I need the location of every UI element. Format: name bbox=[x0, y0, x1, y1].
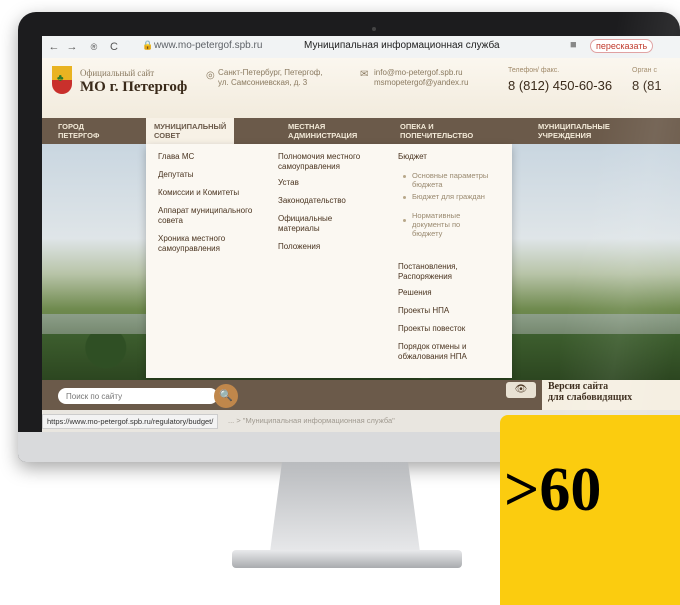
breadcrumb: ... > "Муниципальная информационная служ… bbox=[228, 416, 395, 425]
nav-city-line-1: ГОРОД bbox=[58, 122, 84, 131]
promo-text: >60 bbox=[504, 456, 602, 524]
address-line-1: Санкт-Петербург, Петергоф, bbox=[218, 68, 323, 77]
phone-label: Телефон/ факс. bbox=[508, 67, 560, 74]
monitor-stand-base bbox=[232, 550, 462, 568]
lock-icon: 🔒 bbox=[142, 40, 154, 50]
site-header: ♣ Официальный сайт МО г. Петергоф ◎ Санк… bbox=[42, 58, 680, 118]
forward-icon[interactable]: → bbox=[64, 39, 80, 55]
address: Санкт-Петербург, Петергоф, ул. Самсониев… bbox=[218, 68, 358, 88]
screen: ← → ® C 🔒 www.mo-petergof.spb.ru Муницип… bbox=[42, 36, 680, 432]
menu-council-apparatus[interactable]: Аппарат муниципального совета bbox=[158, 206, 270, 226]
search-icon: 🔍 bbox=[219, 390, 233, 402]
site-name[interactable]: МО г. Петергоф bbox=[80, 79, 187, 96]
menu-head-of-council[interactable]: Глава МС bbox=[158, 152, 268, 162]
official-site-label: Официальный сайт bbox=[80, 68, 155, 78]
menu-regulations[interactable]: Положения bbox=[278, 242, 388, 252]
phone-number: 8 (812) 450-60-36 bbox=[508, 78, 613, 93]
nav-institutions-line-1: МУНИЦИПАЛЬНЫЕ bbox=[538, 122, 610, 131]
menu-budget-documents[interactable]: Нормативные документы по бюджету bbox=[412, 211, 492, 238]
nav-institutions-line-2: УЧРЕЖДЕНИЯ bbox=[538, 131, 592, 140]
nav-admin-line-2: АДМИНИСТРАЦИЯ bbox=[288, 131, 358, 140]
browser-toolbar: ← → ® C 🔒 www.mo-petergof.spb.ru Муницип… bbox=[42, 36, 680, 59]
nav-council-line-2: СОВЕТ bbox=[154, 131, 181, 140]
eye-icon[interactable]: 👁 bbox=[506, 382, 536, 398]
retell-button[interactable]: пересказать bbox=[590, 39, 654, 53]
bullet-icon bbox=[403, 196, 406, 199]
page-title: Муниципальная информационная служба bbox=[304, 40, 500, 51]
search-button[interactable]: 🔍 bbox=[214, 384, 238, 408]
menu-decisions[interactable]: Решения bbox=[398, 288, 502, 298]
camera-dot bbox=[372, 27, 376, 31]
second-phone-label: Орган с bbox=[632, 67, 657, 74]
reload-icon[interactable]: C bbox=[106, 39, 122, 55]
coat-of-arms-logo[interactable]: ♣ bbox=[52, 66, 72, 94]
menu-draft-acts[interactable]: Проекты НПА bbox=[398, 306, 502, 316]
email-1[interactable]: info@mo-petergof.spb.ru bbox=[374, 68, 494, 78]
menu-commissions[interactable]: Комиссии и Комитеты bbox=[158, 188, 268, 198]
bullet-icon bbox=[403, 219, 406, 222]
menu-budget-for-citizens[interactable]: Бюджет для граждан bbox=[412, 192, 508, 201]
nav-city[interactable]: ГОРОД ПЕТЕРГОФ bbox=[58, 122, 99, 140]
promo-badge: >60 bbox=[500, 415, 680, 605]
address-line-2: ул. Самсониевская, д. 3 bbox=[218, 78, 308, 87]
accessibility-line-1: Версия сайта bbox=[548, 381, 609, 392]
menu-charter[interactable]: Устав bbox=[278, 178, 388, 188]
accessibility-link[interactable]: Версия сайта для слабовидящих bbox=[548, 381, 678, 403]
menu-resolutions-orders[interactable]: Постановления, Распоряжения bbox=[398, 262, 502, 282]
emails: info@mo-petergof.spb.ru msmopetergof@yan… bbox=[374, 68, 494, 88]
bullet-icon bbox=[403, 175, 406, 178]
monitor-stand bbox=[270, 462, 420, 552]
nav-guardianship-line-1: ОПЕКА И bbox=[400, 122, 434, 131]
nav-admin-line-1: МЕСТНАЯ bbox=[288, 122, 326, 131]
nav-municipal-council[interactable]: МУНИЦИПАЛЬНЫЙ СОВЕТ bbox=[146, 118, 235, 144]
nav-council-line-1: МУНИЦИПАЛЬНЫЙ bbox=[154, 122, 227, 131]
nav-guardianship-line-2: ПОПЕЧИТЕЛЬСТВО bbox=[400, 131, 474, 140]
back-icon[interactable]: ← bbox=[46, 39, 62, 55]
menu-deputies[interactable]: Депутаты bbox=[158, 170, 268, 180]
search-bar-area: 🔍 👁 Версия сайта для слабовидящих bbox=[42, 380, 680, 410]
menu-budget[interactable]: Бюджет bbox=[398, 152, 508, 162]
nav-guardianship[interactable]: ОПЕКА И ПОПЕЧИТЕЛЬСТВО bbox=[400, 122, 473, 140]
menu-powers[interactable]: Полномочия местного самоуправления bbox=[278, 152, 388, 172]
menu-budget-parameters[interactable]: Основные параметры бюджета bbox=[412, 171, 508, 189]
menu-legislation[interactable]: Законодательство bbox=[278, 196, 388, 206]
search-input[interactable] bbox=[58, 388, 218, 404]
reader-icon[interactable]: ® bbox=[86, 39, 102, 55]
accessibility-line-2: для слабовидящих bbox=[548, 392, 633, 403]
menu-draft-agendas[interactable]: Проекты повесток bbox=[398, 324, 502, 334]
menu-official-materials[interactable]: Официальные материалы bbox=[278, 214, 368, 234]
nav-city-line-2: ПЕТЕРГОФ bbox=[58, 131, 100, 140]
council-dropdown-menu: Глава МС Депутаты Комиссии и Комитеты Ап… bbox=[146, 144, 512, 378]
nav-local-administration[interactable]: МЕСТНАЯ АДМИНИСТРАЦИЯ bbox=[288, 122, 357, 140]
mail-icon: ✉ bbox=[360, 69, 369, 80]
address-bar[interactable]: www.mo-petergof.spb.ru bbox=[154, 40, 262, 51]
nav-municipal-institutions[interactable]: МУНИЦИПАЛЬНЫЕ УЧРЕЖДЕНИЯ bbox=[538, 122, 610, 140]
menu-chronicle[interactable]: Хроника местного самоуправления bbox=[158, 234, 268, 254]
main-navigation: ГОРОД ПЕТЕРГОФ МУНИЦИПАЛЬНЫЙ СОВЕТ МЕСТН… bbox=[42, 118, 680, 144]
email-2[interactable]: msmopetergof@yandex.ru bbox=[374, 78, 494, 88]
menu-appeal-procedure[interactable]: Порядок отмены и обжалования НПА bbox=[398, 342, 488, 362]
tree-icon: ♣ bbox=[57, 73, 64, 84]
location-pin-icon: ◎ bbox=[206, 70, 215, 81]
hover-url: https://www.mo-petergof.spb.ru/regulator… bbox=[42, 414, 219, 429]
second-phone-number: 8 (81 bbox=[632, 78, 662, 93]
bookmark-icon[interactable]: ■ bbox=[570, 39, 577, 51]
